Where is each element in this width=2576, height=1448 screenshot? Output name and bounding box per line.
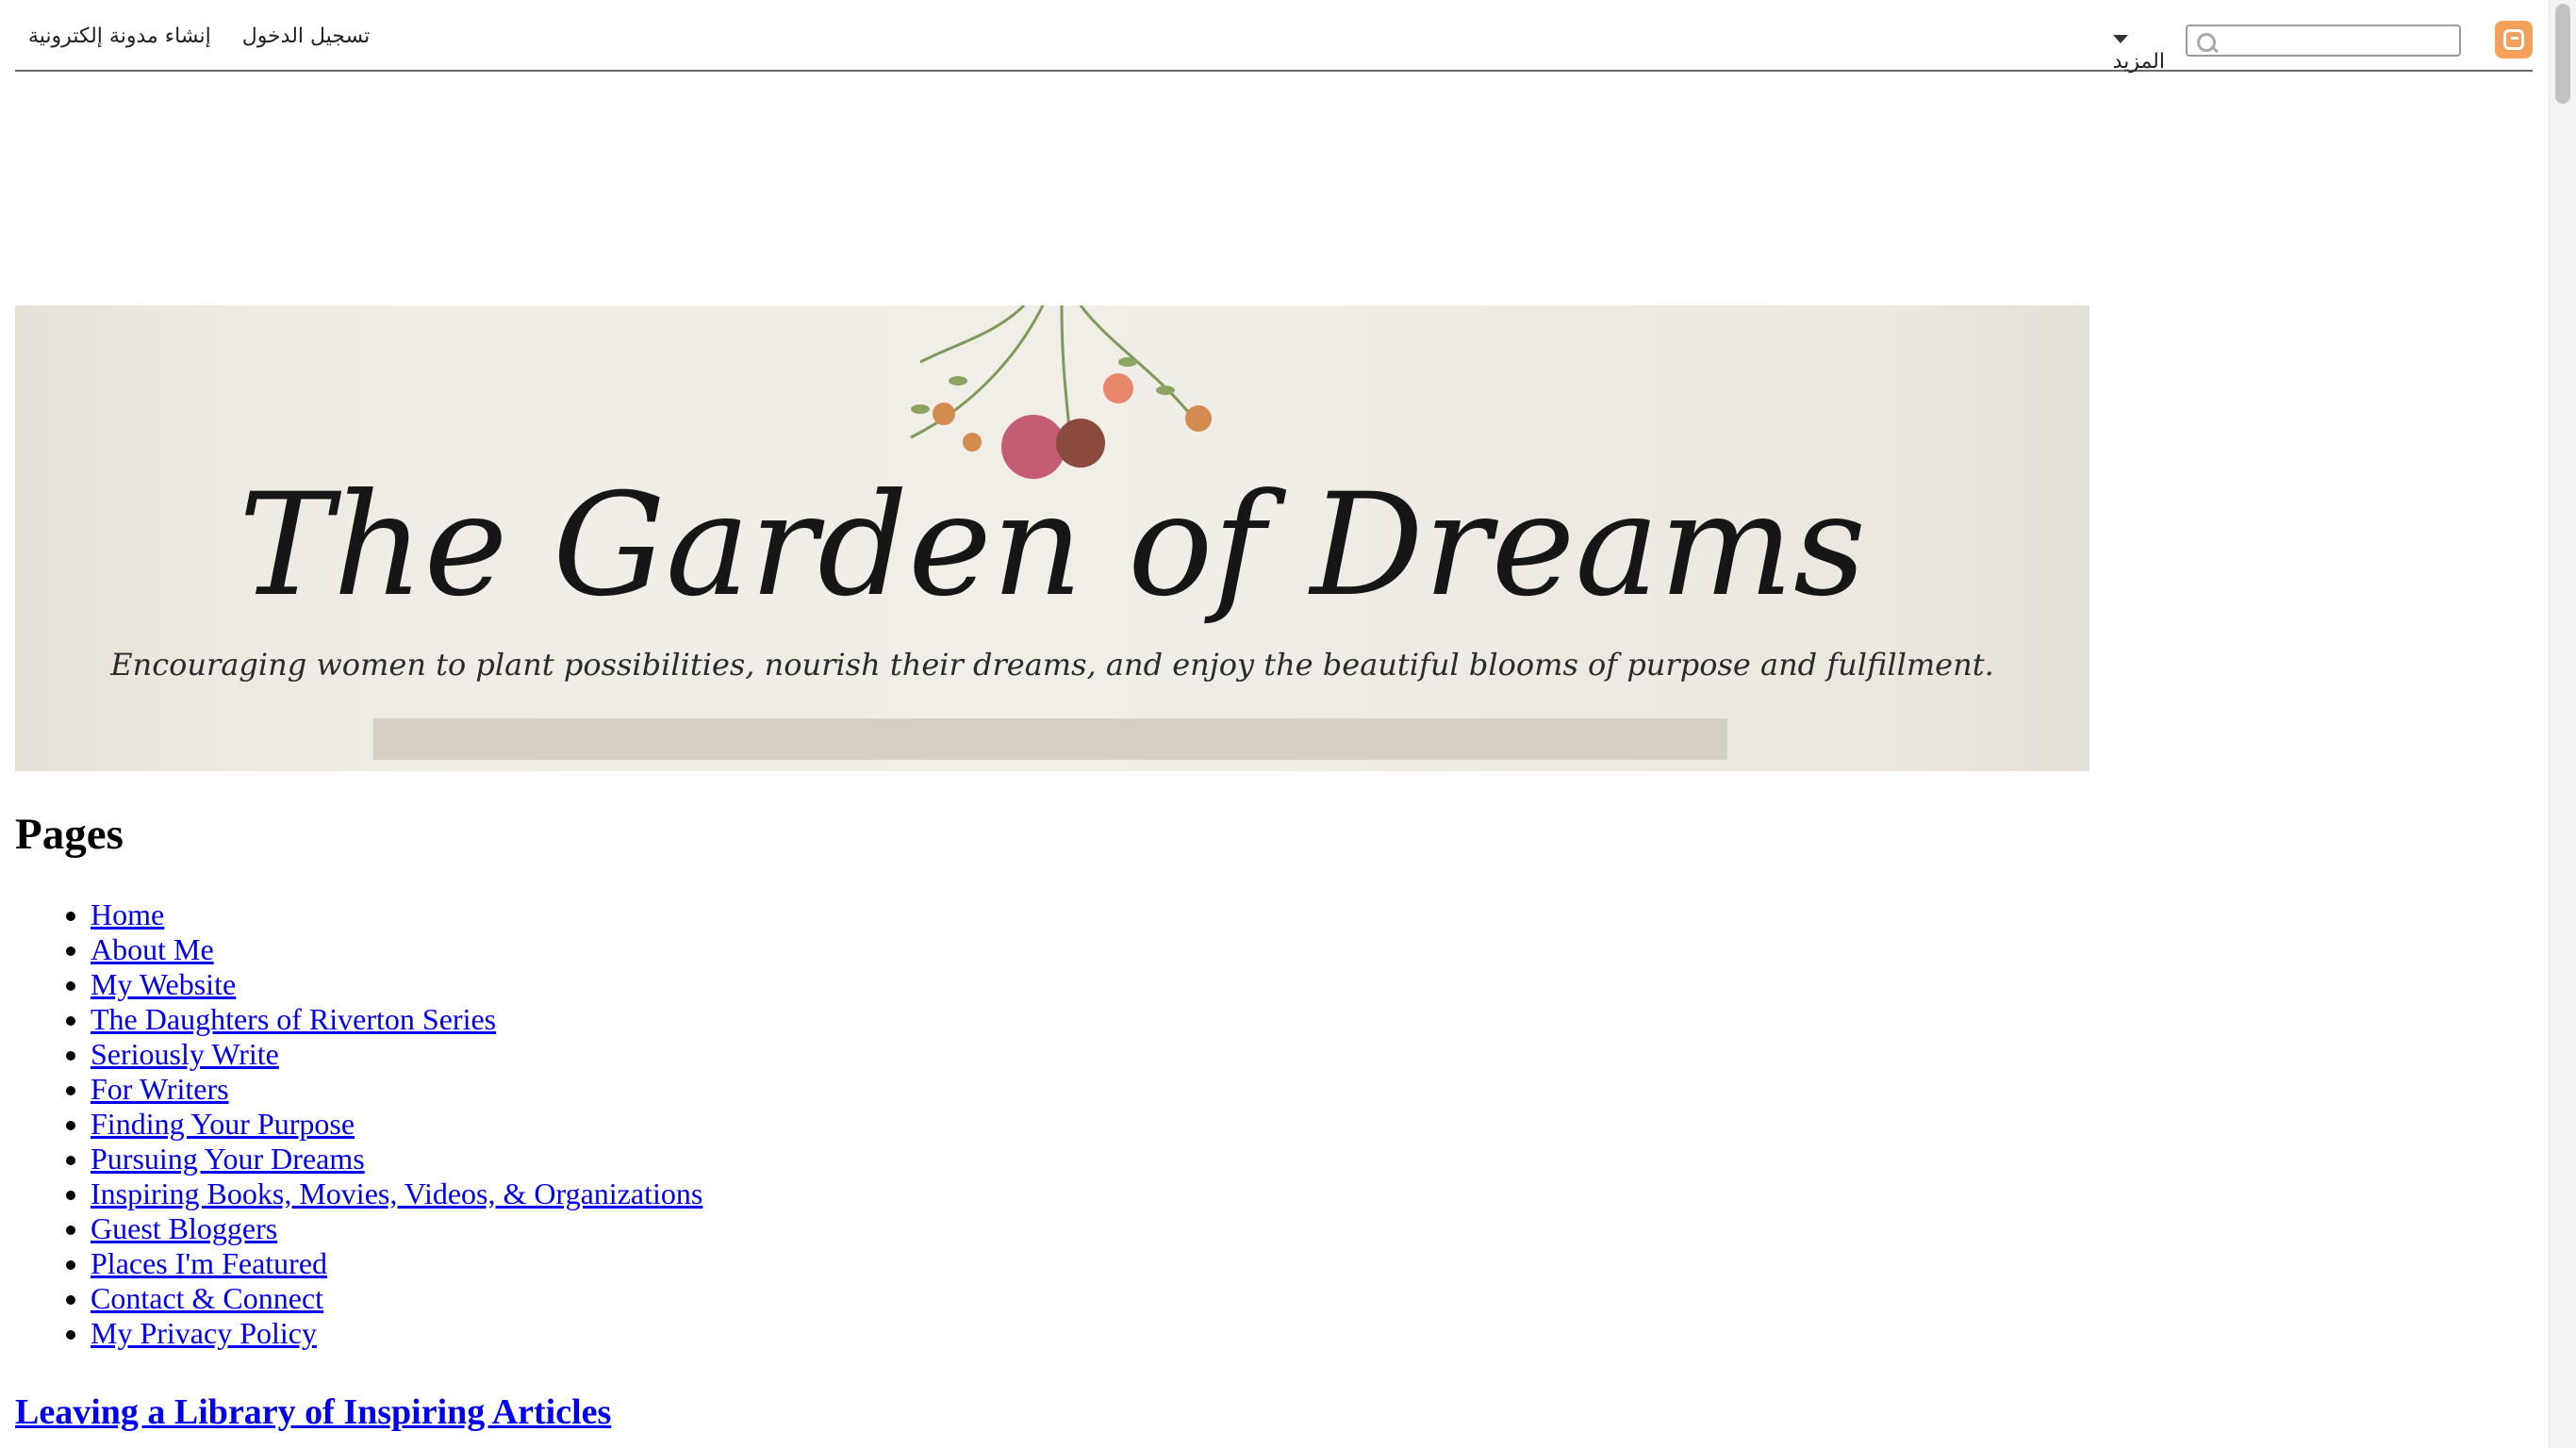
page-link-guest-bloggers[interactable]: Guest Bloggers: [91, 1211, 277, 1245]
pages-list: Home About Me My Website The Daughters o…: [15, 897, 2278, 1351]
blog-tagline: Encouraging women to plant possibilities…: [110, 647, 1994, 683]
list-item: Seriously Write: [91, 1037, 2278, 1072]
pages-section: Pages Home About Me My Website The Daugh…: [15, 809, 2278, 1351]
page-link-about-me[interactable]: About Me: [91, 932, 214, 966]
page-link-home[interactable]: Home: [91, 897, 164, 931]
list-item: Places I'm Featured: [91, 1246, 2278, 1281]
blogger-logo-icon[interactable]: [2495, 21, 2533, 58]
page-link-privacy[interactable]: My Privacy Policy: [91, 1316, 317, 1350]
list-item: Pursuing Your Dreams: [91, 1142, 2278, 1176]
list-item: Finding Your Purpose: [91, 1107, 2278, 1142]
list-item: My Privacy Policy: [91, 1316, 2278, 1351]
list-item: For Writers: [91, 1072, 2278, 1107]
search-field[interactable]: [2186, 25, 2461, 57]
create-blog-link[interactable]: إنشاء مدونة إلكترونية: [28, 25, 211, 48]
page-link-pursuing-dreams[interactable]: Pursuing Your Dreams: [91, 1142, 365, 1176]
header-band: [373, 718, 1727, 760]
list-item: About Me: [91, 932, 2278, 967]
nav-links: تسجيل الدخول إنشاء مدونة إلكترونية: [28, 25, 394, 48]
list-item: My Website: [91, 967, 2278, 1002]
blogger-navbar: تسجيل الدخول إنشاء مدونة إلكترونية المزي…: [15, 0, 2533, 74]
list-item: The Daughters of Riverton Series: [91, 1002, 2278, 1037]
chevron-down-icon: [2112, 34, 2128, 43]
page-link-riverton-series[interactable]: The Daughters of Riverton Series: [91, 1002, 496, 1036]
list-item: Contact & Connect: [91, 1281, 2278, 1316]
page-link-finding-purpose[interactable]: Finding Your Purpose: [91, 1107, 355, 1141]
page-link-featured[interactable]: Places I'm Featured: [91, 1246, 327, 1280]
page-link-for-writers[interactable]: For Writers: [91, 1072, 229, 1106]
blog-header-image[interactable]: The Garden of Dreams Encouraging women t…: [15, 305, 2089, 771]
sign-in-link[interactable]: تسجيل الدخول: [242, 25, 371, 48]
post-title-link[interactable]: Leaving a Library of Inspiring Articles: [15, 1392, 611, 1432]
page-link-inspiring-books[interactable]: Inspiring Books, Movies, Videos, & Organ…: [91, 1176, 702, 1210]
search-input[interactable]: [2220, 26, 2459, 57]
search-icon: [2197, 33, 2216, 52]
more-menu-button[interactable]: المزيد: [2112, 26, 2165, 74]
more-menu-label: المزيد: [2112, 50, 2165, 74]
list-item: Guest Bloggers: [91, 1211, 2278, 1246]
scrollbar-thumb[interactable]: [2555, 4, 2570, 104]
blog-title: The Garden of Dreams: [238, 464, 1867, 628]
page-link-my-website[interactable]: My Website: [91, 967, 236, 1001]
list-item: Inspiring Books, Movies, Videos, & Organ…: [91, 1176, 2278, 1211]
list-item: Home: [91, 897, 2278, 932]
page-link-seriously-write[interactable]: Seriously Write: [91, 1037, 279, 1071]
page-link-contact[interactable]: Contact & Connect: [91, 1281, 323, 1315]
pages-heading: Pages: [15, 810, 124, 859]
vertical-scrollbar[interactable]: [2549, 0, 2576, 1448]
post-title: Leaving a Library of Inspiring Articles: [15, 1391, 611, 1433]
